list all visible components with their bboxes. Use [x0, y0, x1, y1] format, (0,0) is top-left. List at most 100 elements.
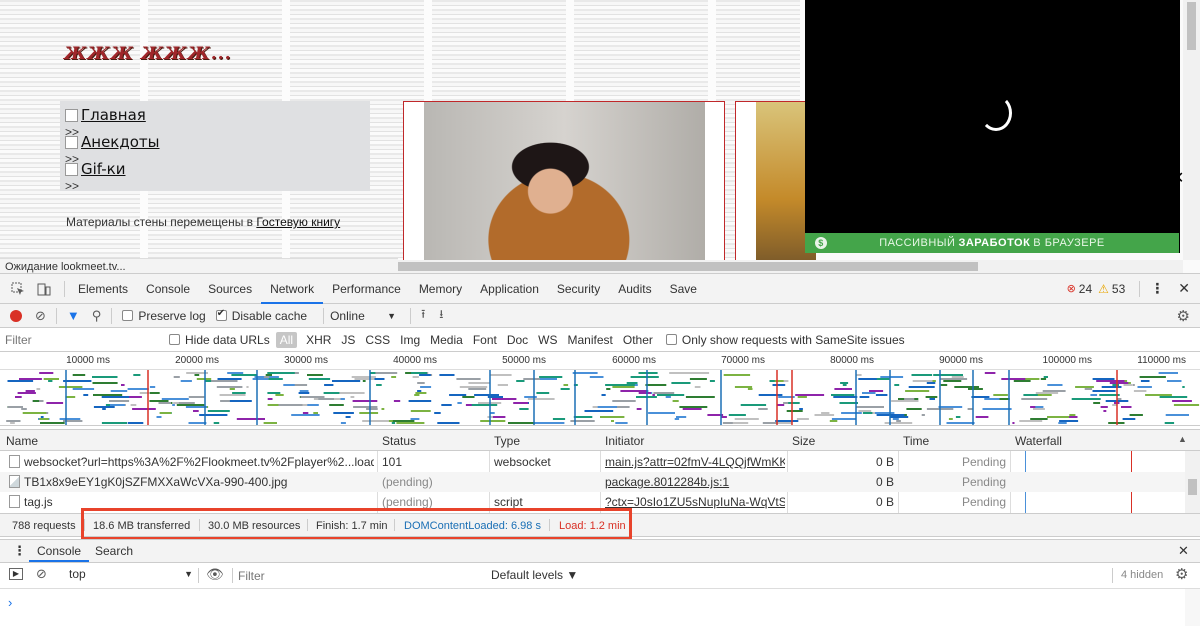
console-scrollbar[interactable] [1185, 589, 1200, 626]
samesite-checkbox[interactable] [665, 334, 677, 345]
filter-type-font[interactable]: Font [468, 333, 502, 347]
warning-count[interactable]: 53 [1112, 282, 1125, 296]
tab-elements[interactable]: Elements [69, 274, 137, 304]
console-filter-input[interactable] [238, 567, 478, 584]
filter-type-other[interactable]: Other [618, 333, 658, 347]
drawer-tab-console[interactable]: Console [29, 540, 90, 562]
console-settings-gear-icon[interactable]: ⚙ [1175, 565, 1188, 583]
close-devtools-icon[interactable]: ✕ [1178, 280, 1190, 297]
filter-type-js[interactable]: JS [336, 333, 360, 347]
network-overview-chart[interactable] [0, 370, 1200, 426]
column-waterfall[interactable]: Waterfall [1015, 434, 1062, 448]
ad-banner[interactable]: $ ПАССИВНЫЙ ЗАРАБОТОК В БРАУЗЕРЕ [805, 233, 1179, 253]
initiator-link[interactable]: package.8012284b.js:1 [605, 475, 785, 489]
overview-bar [161, 398, 189, 400]
device-toolbar-icon[interactable] [36, 281, 52, 297]
close-drawer-icon[interactable]: ✕ [1178, 543, 1189, 559]
filter-input[interactable] [5, 330, 157, 349]
warning-icon[interactable]: ⚠ [1098, 282, 1109, 296]
overview-bar [606, 388, 611, 390]
column-initiator[interactable]: Initiator [605, 434, 644, 448]
overview-bar [172, 404, 175, 406]
overview-bar [72, 374, 86, 376]
preserve-log-checkbox[interactable] [122, 310, 134, 321]
import-har-icon[interactable]: ⭱ [421, 305, 425, 326]
nav-item-gifs[interactable]: Gif-ки [65, 160, 125, 178]
tab-sources[interactable]: Sources [199, 274, 261, 304]
column-size[interactable]: Size [792, 434, 815, 448]
search-icon[interactable]: ⚲ [92, 308, 102, 324]
column-type[interactable]: Type [494, 434, 520, 448]
photo-frame[interactable] [403, 101, 725, 264]
drawer-menu-icon[interactable]: ⋮ [13, 543, 26, 559]
nav-item-jokes[interactable]: Анекдоты [65, 133, 160, 151]
tab-console[interactable]: Console [137, 274, 199, 304]
preserve-log-label[interactable]: Preserve log [138, 309, 205, 323]
overview-bar [795, 394, 825, 396]
inspect-element-icon[interactable] [10, 281, 26, 297]
hide-data-urls-checkbox[interactable] [169, 334, 180, 345]
filter-icon[interactable]: ▼ [67, 308, 80, 323]
overview-bar [109, 400, 130, 402]
more-options-icon[interactable]: ⋮ [1150, 280, 1164, 297]
log-levels-select[interactable]: Default levels ▼ [491, 568, 578, 582]
settings-gear-icon[interactable]: ⚙ [1177, 307, 1190, 325]
eye-icon[interactable]: 👁 [206, 566, 224, 583]
tab-application[interactable]: Application [471, 274, 548, 304]
table-row[interactable]: TB1x8x9eEY1gK0jSZFMXXaWcVXa-990-400.jpg … [0, 472, 1185, 492]
column-time[interactable]: Time [903, 434, 929, 448]
hide-data-urls-label[interactable]: Hide data URLs [185, 333, 270, 347]
tab-memory[interactable]: Memory [410, 274, 471, 304]
nav-link-home[interactable]: Главная [81, 106, 146, 124]
filter-type-css[interactable]: CSS [360, 333, 395, 347]
column-status[interactable]: Status [382, 434, 416, 448]
overview-bar [83, 394, 89, 396]
waterfall-overview[interactable] [0, 370, 1200, 426]
table-scrollbar[interactable] [1185, 451, 1200, 513]
error-count[interactable]: 24 [1079, 282, 1092, 296]
guestbook-link[interactable]: Гостевую книгу [256, 215, 340, 229]
drawer-tab-search[interactable]: Search [87, 540, 141, 562]
tab-audits[interactable]: Audits [609, 274, 660, 304]
column-name[interactable]: Name [6, 434, 38, 448]
overview-bar [1167, 380, 1182, 382]
vertical-scrollbar[interactable] [1183, 0, 1200, 260]
nav-link-gifs[interactable]: Gif-ки [81, 160, 125, 178]
record-button[interactable] [10, 309, 22, 322]
overview-bar [968, 388, 983, 390]
nav-link-jokes[interactable]: Анекдоты [81, 133, 160, 151]
timeline-tick: 40000 ms [393, 355, 437, 366]
clear-icon[interactable]: ⊘ [35, 308, 46, 324]
nav-item-home[interactable]: Главная [65, 106, 146, 124]
initiator-link[interactable]: main.js?attr=02fmV-4LQQjfWmKK... [605, 455, 785, 469]
context-select[interactable]: top ▼ [63, 567, 193, 585]
filter-type-ws[interactable]: WS [533, 333, 562, 347]
tab-performance[interactable]: Performance [323, 274, 410, 304]
throttling-select[interactable]: Online ▼ [330, 309, 396, 323]
filter-type-img[interactable]: Img [395, 333, 425, 347]
overview-bar [267, 372, 295, 374]
photo-image[interactable] [424, 102, 705, 264]
sort-icon[interactable]: ▲ [1178, 434, 1187, 444]
filter-type-xhr[interactable]: XHR [301, 333, 336, 347]
filter-type-all[interactable]: All [275, 331, 298, 348]
tab-save[interactable]: Save [661, 274, 706, 304]
console-prompt[interactable]: › [8, 595, 12, 610]
filter-type-manifest[interactable]: Manifest [563, 333, 618, 347]
table-row[interactable]: websocket?url=https%3A%2F%2Flookmeet.tv%… [0, 452, 1185, 472]
tab-network[interactable]: Network [261, 274, 324, 304]
disable-cache-label[interactable]: Disable cache [232, 309, 307, 323]
sidebar-toggle-icon[interactable]: ▶ [9, 568, 23, 580]
samesite-label[interactable]: Only show requests with SameSite issues [682, 333, 905, 347]
export-har-icon[interactable]: ⭳ [439, 305, 443, 326]
filter-type-media[interactable]: Media [425, 333, 468, 347]
horizontal-scrollbar[interactable] [398, 260, 1183, 273]
tab-security[interactable]: Security [548, 274, 609, 304]
initiator-link[interactable]: ?ctx=J0sIo1ZU5sNupIuNa-WqVtS... [605, 495, 785, 509]
photo-frame[interactable] [735, 101, 816, 264]
filter-type-doc[interactable]: Doc [502, 333, 533, 347]
disable-cache-checkbox[interactable] [215, 308, 227, 321]
error-icon[interactable]: ⊗ [1067, 282, 1076, 295]
overview-bar [905, 390, 930, 392]
clear-console-icon[interactable]: ⊘ [36, 566, 47, 582]
